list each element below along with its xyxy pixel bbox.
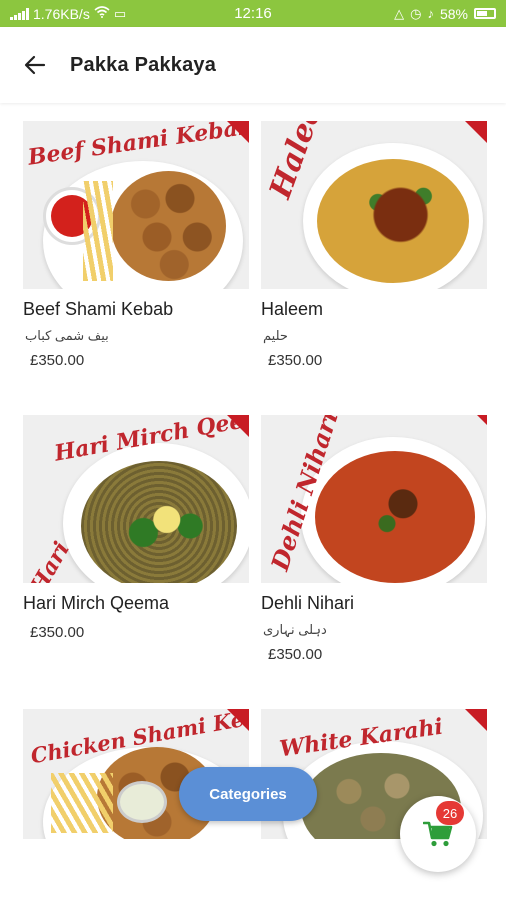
product-image: Dehli Nihari — [261, 415, 487, 583]
product-price: £350.00 — [30, 352, 85, 369]
notification-icon: △ — [394, 5, 405, 21]
product-name: Beef Shami Kebab — [23, 299, 174, 319]
status-right: △ ◷ ♪ 58% — [394, 6, 496, 22]
battery-level: 58% — [439, 5, 468, 22]
product-price: £350.00 — [30, 624, 85, 641]
product-price: £350.00 — [268, 646, 323, 663]
screen: 1.76KB/s ▭ 12:16 △ ◷ ♪ 58% Pakka Pakkaya — [0, 0, 506, 900]
page-title: Pakka Pakkaya — [70, 53, 217, 76]
product-card[interactable]: Beef Shami Kebab Beef Shami Kebab بیف شم… — [23, 121, 249, 369]
product-card[interactable]: Hari Hari Mirch Qeema Hari Mirch Qeema £… — [23, 415, 249, 641]
product-name-urdu: دہلی نہاری — [263, 622, 327, 637]
product-price: £350.00 — [268, 352, 323, 369]
product-card[interactable]: Haleem Haleem حلیم £350.00 — [261, 121, 487, 369]
categories-button[interactable]: Categories — [179, 767, 317, 821]
signal-icon — [10, 7, 29, 20]
product-image: Beef Shami Kebab — [23, 121, 249, 289]
mute-icon: ♪ — [427, 6, 434, 21]
back-button[interactable] — [0, 27, 70, 103]
product-name: Haleem — [261, 299, 324, 319]
product-image: Hari Hari Mirch Qeema — [23, 415, 249, 583]
network-speed: 1.76KB/s — [33, 5, 90, 22]
app-bar: Pakka Pakkaya — [0, 27, 506, 103]
status-bar: 1.76KB/s ▭ 12:16 △ ◷ ♪ 58% — [0, 0, 506, 27]
alarm-icon: ◷ — [410, 5, 422, 21]
wifi-icon — [94, 6, 110, 21]
product-name: Hari Mirch Qeema — [23, 593, 170, 613]
product-name: Dehli Nihari — [261, 593, 355, 613]
sim-icon: ▭ — [113, 5, 127, 21]
product-image: Haleem — [261, 121, 487, 289]
arrow-left-icon — [24, 55, 46, 75]
battery-icon — [474, 8, 496, 19]
product-card[interactable]: Dehli Nihari Dehli Nihari دہلی نہاری £35… — [261, 415, 487, 663]
cart-count-badge: 26 — [436, 801, 464, 825]
product-name-urdu: حلیم — [263, 328, 288, 343]
product-name-urdu: بیف شمی کباب — [25, 328, 109, 343]
status-left: 1.76KB/s ▭ — [10, 6, 126, 22]
